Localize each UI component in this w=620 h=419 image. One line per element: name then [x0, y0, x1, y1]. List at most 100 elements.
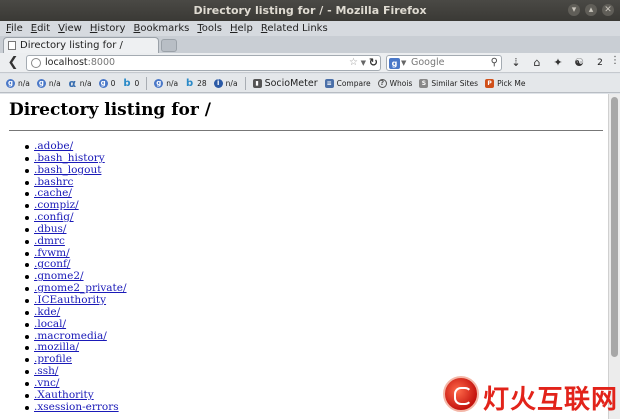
- page-content: Directory listing for / .adobe/ .bash_hi…: [0, 94, 608, 419]
- divider: [9, 130, 603, 131]
- url-port: :8000: [87, 57, 116, 68]
- file-link[interactable]: .bash_history: [34, 152, 105, 164]
- file-link[interactable]: .bashrc: [34, 176, 73, 188]
- menu-help[interactable]: Help: [230, 21, 253, 36]
- file-link[interactable]: .bash_logout: [34, 164, 101, 176]
- search-placeholder: Google: [411, 57, 445, 68]
- bookmark-item[interactable]: S Similar Sites: [419, 78, 479, 88]
- menu-tools[interactable]: Tools: [197, 21, 222, 36]
- scrollbar-thumb[interactable]: [611, 97, 618, 357]
- file-list: .adobe/ .bash_history .bash_logout .bash…: [0, 140, 127, 414]
- menu-edit[interactable]: Edit: [31, 21, 50, 36]
- file-link[interactable]: .adobe/: [34, 140, 73, 152]
- bookmark-item[interactable]: b0: [122, 77, 140, 89]
- globe-icon: [31, 58, 41, 68]
- menu-bar: File Edit View History Bookmarks Tools H…: [0, 21, 620, 36]
- google-g-icon: g: [154, 78, 164, 88]
- watermark-logo-icon: [443, 376, 479, 412]
- list-item: .ICEauthority: [0, 294, 127, 307]
- bookmark-label: n/a: [166, 78, 179, 88]
- info-icon: i: [213, 78, 223, 88]
- home-icon[interactable]: ⌂: [531, 56, 543, 70]
- file-link[interactable]: .fvwm/: [34, 247, 70, 259]
- download-icon[interactable]: ⇣: [510, 56, 522, 70]
- bookmark-star-icon[interactable]: ☆: [349, 56, 358, 70]
- bookmark-label: Similar Sites: [431, 78, 479, 88]
- similar-sites-icon: S: [419, 78, 429, 88]
- close-button[interactable]: ✕: [602, 4, 614, 16]
- file-link[interactable]: .mozilla/: [34, 341, 79, 353]
- search-bar[interactable]: g ▼ Google ⚲: [386, 55, 502, 71]
- notification-badge[interactable]: 2: [594, 56, 606, 70]
- bookmark-item[interactable]: i n/a: [213, 78, 238, 88]
- bookmark-item[interactable]: ? Whois: [377, 78, 412, 88]
- file-link[interactable]: .gconf/: [34, 258, 70, 271]
- url-bar[interactable]: localhost:8000 ☆ ▼ ↻: [26, 55, 381, 71]
- bing-icon: b: [186, 77, 194, 89]
- extension-icon[interactable]: ☯: [573, 56, 585, 70]
- bookmark-label: 0: [134, 78, 140, 88]
- menu-history[interactable]: History: [90, 21, 126, 36]
- file-link[interactable]: .gnome2_private/: [34, 282, 127, 294]
- vertical-scrollbar[interactable]: [608, 94, 620, 419]
- minimize-button[interactable]: ▾: [568, 4, 580, 16]
- toolbar-icons: ⇣ ⌂ ✦ ☯ 2: [510, 56, 606, 70]
- file-link[interactable]: .Xauthority: [34, 389, 94, 401]
- file-link[interactable]: .ssh/: [34, 365, 58, 377]
- bookmark-item[interactable]: g0: [98, 78, 115, 88]
- window-controls: ▾ ▴ ✕: [568, 4, 614, 16]
- list-item: .profile: [0, 353, 127, 366]
- file-link[interactable]: .ICEauthority: [34, 294, 106, 306]
- bookmark-item[interactable]: b 28: [185, 77, 207, 89]
- menu-related-links[interactable]: Related Links: [261, 21, 328, 36]
- menu-view[interactable]: View: [58, 21, 82, 36]
- google-g-icon: g: [36, 78, 46, 88]
- bookmark-item[interactable]: ▮ SocioMeter: [252, 78, 318, 89]
- tab-strip: Directory listing for /: [0, 36, 620, 53]
- list-item: .xsession-errors: [0, 401, 127, 414]
- bookmark-label: n/a: [79, 78, 92, 88]
- menu-bookmarks[interactable]: Bookmarks: [133, 21, 189, 36]
- file-link[interactable]: .compiz/: [34, 199, 79, 211]
- magnifier-icon[interactable]: ⚲: [491, 56, 498, 70]
- addon-icon[interactable]: ✦: [552, 56, 564, 70]
- url-dropdown-icon[interactable]: ▼: [361, 56, 366, 70]
- file-link[interactable]: .vnc/: [34, 377, 59, 389]
- reload-icon[interactable]: ↻: [369, 56, 378, 70]
- list-item: .ssh/: [0, 365, 127, 378]
- bookmark-item[interactable]: g n/a: [154, 78, 179, 88]
- menu-icon[interactable]: ⋮: [610, 55, 620, 71]
- file-link[interactable]: .cache/: [34, 187, 72, 199]
- bookmark-item[interactable]: g n/a: [36, 78, 61, 88]
- file-link[interactable]: .macromedia/: [34, 330, 107, 342]
- maximize-button[interactable]: ▴: [585, 4, 597, 16]
- back-arrow-icon[interactable]: ❮: [5, 55, 21, 71]
- google-search-engine-icon[interactable]: g: [389, 58, 400, 69]
- bookmark-item[interactable]: P Pick Me: [485, 78, 525, 88]
- pickme-icon: P: [485, 78, 495, 88]
- bookmark-label: n/a: [225, 78, 238, 88]
- file-link[interactable]: .gnome2/: [34, 270, 84, 282]
- page-icon: [8, 41, 16, 50]
- alexa-icon: α: [68, 76, 77, 90]
- file-link[interactable]: .dbus/: [34, 223, 66, 235]
- bookmarks-toolbar: g n/a g n/a α n/a g0 b0 g n/a b 28 i n/a ▮ Soci…: [0, 74, 620, 93]
- bookmark-label: Compare: [336, 78, 371, 88]
- file-link[interactable]: .profile: [34, 353, 72, 365]
- bookmark-item[interactable]: ≡ Compare: [324, 78, 371, 88]
- bookmark-item[interactable]: g n/a: [6, 78, 30, 88]
- file-link[interactable]: .xsession-errors: [34, 401, 119, 413]
- file-link[interactable]: .kde/: [34, 306, 60, 318]
- bookmark-label: 28: [197, 78, 207, 88]
- new-tab-button[interactable]: [161, 39, 177, 52]
- search-engine-dropdown-icon[interactable]: ▼: [401, 56, 406, 70]
- tab-directory-listing[interactable]: Directory listing for /: [3, 37, 159, 53]
- file-link[interactable]: .config/: [34, 211, 74, 223]
- menu-file[interactable]: File: [6, 21, 23, 36]
- google-g-icon: g: [6, 78, 15, 88]
- file-link[interactable]: .local/: [34, 318, 66, 330]
- file-link[interactable]: .dmrc: [34, 235, 65, 247]
- bing-icon: b: [123, 77, 131, 89]
- bookmark-separator: [244, 76, 246, 90]
- bookmark-item[interactable]: α n/a: [68, 76, 92, 90]
